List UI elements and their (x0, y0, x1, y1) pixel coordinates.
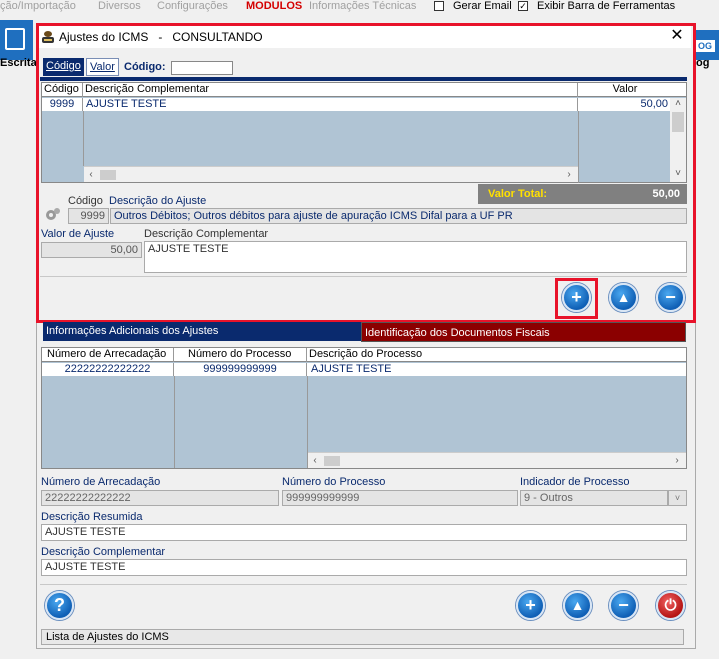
col-header-descricao-processo[interactable]: Descrição do Processo (307, 348, 686, 362)
minus-icon: − (665, 287, 676, 307)
descricao-complementar-label: Descrição Complementar (144, 228, 269, 240)
gerar-email-checkbox[interactable] (434, 1, 444, 11)
scroll-thumb[interactable] (672, 112, 684, 132)
processo-field[interactable]: 999999999999 (282, 490, 518, 506)
indicador-label: Indicador de Processo (520, 476, 630, 488)
og-toolbar-label: og (696, 57, 710, 69)
menu-diversos[interactable]: Diversos (98, 0, 141, 12)
cell-arrecadacao: 22222222222222 (42, 363, 174, 376)
arrecadacao-label: Número de Arrecadação (41, 476, 161, 488)
scroll-thumb[interactable] (324, 456, 340, 466)
cell-descricao-processo: AJUSTE TESTE (311, 363, 392, 375)
exibir-barra-checkbox[interactable]: ✓ (518, 1, 528, 11)
tab-identificacao-documentos[interactable]: Identificação dos Documentos Fiscais (361, 322, 686, 342)
escrita-toolbar-label: Escrita (0, 57, 37, 69)
table-row[interactable]: 22222222222222 999999999999 AJUSTE TESTE (42, 363, 686, 376)
remove-info-button[interactable]: − (609, 591, 638, 620)
scroll-up-icon[interactable]: ˄ (671, 98, 685, 109)
descricao-complementar-textarea[interactable]: AJUSTE TESTE (144, 241, 687, 273)
codigo-label: Código (68, 195, 103, 207)
grid-column-divider (83, 111, 84, 166)
col-header-valor[interactable]: Valor (578, 83, 670, 97)
power-icon: ⏻ (664, 597, 677, 614)
gerar-email-label: Gerar Email (453, 0, 512, 12)
search-divider (40, 77, 687, 81)
move-up-info-button[interactable]: ▲ (563, 591, 592, 620)
scroll-right-icon[interactable]: › (670, 455, 684, 466)
scroll-thumb[interactable] (100, 170, 116, 180)
search-label: Código: (124, 61, 166, 73)
informacoes-grid: Número de Arrecadação Número do Processo… (41, 347, 687, 469)
col-header-processo[interactable]: Número do Processo (174, 348, 307, 362)
og-badge: OG (695, 40, 715, 52)
codigo-field[interactable]: 9999 (68, 208, 109, 224)
descricao-ajuste-field[interactable]: Outros Débitos; Outros débitos para ajus… (110, 208, 687, 224)
close-icon[interactable]: ✕ (668, 27, 686, 45)
table-row[interactable]: 9999 AJUSTE TESTE 50,00 (42, 98, 670, 111)
indicador-select[interactable]: 9 - Outros (520, 490, 668, 506)
processo-label: Número do Processo (282, 476, 386, 488)
background-menubar: ção/Importação Diversos Configurações MO… (0, 0, 719, 13)
cell-descricao: AJUSTE TESTE (83, 98, 578, 111)
valor-ajuste-label: Valor de Ajuste (41, 228, 115, 240)
informacoes-grid-hscrollbar[interactable]: ‹ › (308, 452, 686, 468)
menu-modulos[interactable]: MODULOS (246, 0, 302, 12)
triangle-up-icon: ▲ (570, 597, 585, 613)
menu-informacoes-tecnicas[interactable]: Informações Técnicas (309, 0, 416, 12)
menu-importacao[interactable]: ção/Importação (0, 0, 76, 12)
menu-configuracoes[interactable]: Configurações (157, 0, 228, 12)
plus-icon: + (525, 595, 536, 615)
chevron-down-icon[interactable]: ˅ (668, 490, 687, 506)
ajustes-grid-vscrollbar[interactable]: ˄ ˅ (670, 98, 686, 182)
exibir-barra-label: Exibir Barra de Ferramentas (537, 0, 676, 12)
cell-codigo: 9999 (42, 98, 83, 111)
col-header-arrecadacao[interactable]: Número de Arrecadação (42, 348, 174, 362)
escrita-toolbar-icon[interactable] (0, 20, 33, 60)
cell-valor: 50,00 (640, 98, 668, 110)
tab-search-codigo[interactable]: Código (43, 58, 84, 76)
arrecadacao-field[interactable]: 22222222222222 (41, 490, 279, 506)
move-up-ajuste-button[interactable]: ▲ (609, 283, 638, 312)
section-divider (40, 276, 687, 277)
plus-icon: + (571, 287, 582, 307)
scroll-left-icon[interactable]: ‹ (308, 455, 322, 466)
triangle-up-icon: ▲ (616, 289, 631, 305)
exit-button[interactable]: ⏻ (656, 591, 685, 620)
remove-ajuste-button[interactable]: − (656, 283, 685, 312)
og-toolbar-icon[interactable]: OG (692, 30, 719, 60)
question-icon: ? (54, 595, 65, 615)
search-codigo-input[interactable] (171, 61, 233, 75)
add-ajuste-button[interactable]: + (562, 283, 591, 312)
ajustes-grid-header: Código Descrição Complementar Valor (42, 83, 686, 97)
ajustes-grid: Código Descrição Complementar Valor 9999… (41, 82, 687, 183)
dialog-title: Ajustes do ICMS - CONSULTANDO (59, 30, 263, 44)
ajustes-grid-hscrollbar[interactable]: ‹ › (84, 166, 578, 182)
descricao-ajuste-label: Descrição do Ajuste (109, 195, 207, 207)
total-label: Valor Total: (488, 188, 548, 200)
descricao-resumida-field[interactable]: AJUSTE TESTE (41, 524, 687, 541)
scroll-right-icon[interactable]: › (562, 169, 576, 180)
minus-icon: − (618, 595, 629, 615)
tab-informacoes-adicionais[interactable]: Informações Adicionais dos Ajustes (43, 322, 361, 341)
scroll-left-icon[interactable]: ‹ (84, 169, 98, 180)
ajuste-gear-icon (44, 207, 62, 221)
descricao-resumida-label: Descrição Resumida (41, 511, 143, 523)
descricao-complementar-info-field[interactable]: AJUSTE TESTE (41, 559, 687, 576)
informacoes-grid-header: Número de Arrecadação Número do Processo… (42, 348, 686, 362)
add-info-button[interactable]: + (516, 591, 545, 620)
status-bar: Lista de Ajustes do ICMS (41, 629, 684, 645)
col-header-descricao[interactable]: Descrição Complementar (83, 83, 578, 97)
total-value: 50,00 (652, 188, 680, 200)
help-button[interactable]: ? (45, 591, 74, 620)
scroll-down-icon[interactable]: ˅ (671, 168, 685, 179)
valor-ajuste-field[interactable]: 50,00 (41, 242, 142, 258)
col-header-codigo[interactable]: Código (42, 83, 83, 97)
tab-search-valor[interactable]: Valor (86, 58, 119, 76)
cell-processo: 999999999999 (174, 363, 307, 376)
footer-divider (40, 584, 687, 585)
app-logo-icon (40, 30, 56, 44)
descricao-complementar-info-label: Descrição Complementar (41, 546, 166, 558)
grid-column-divider (174, 376, 175, 468)
grid-column-divider (578, 111, 579, 183)
